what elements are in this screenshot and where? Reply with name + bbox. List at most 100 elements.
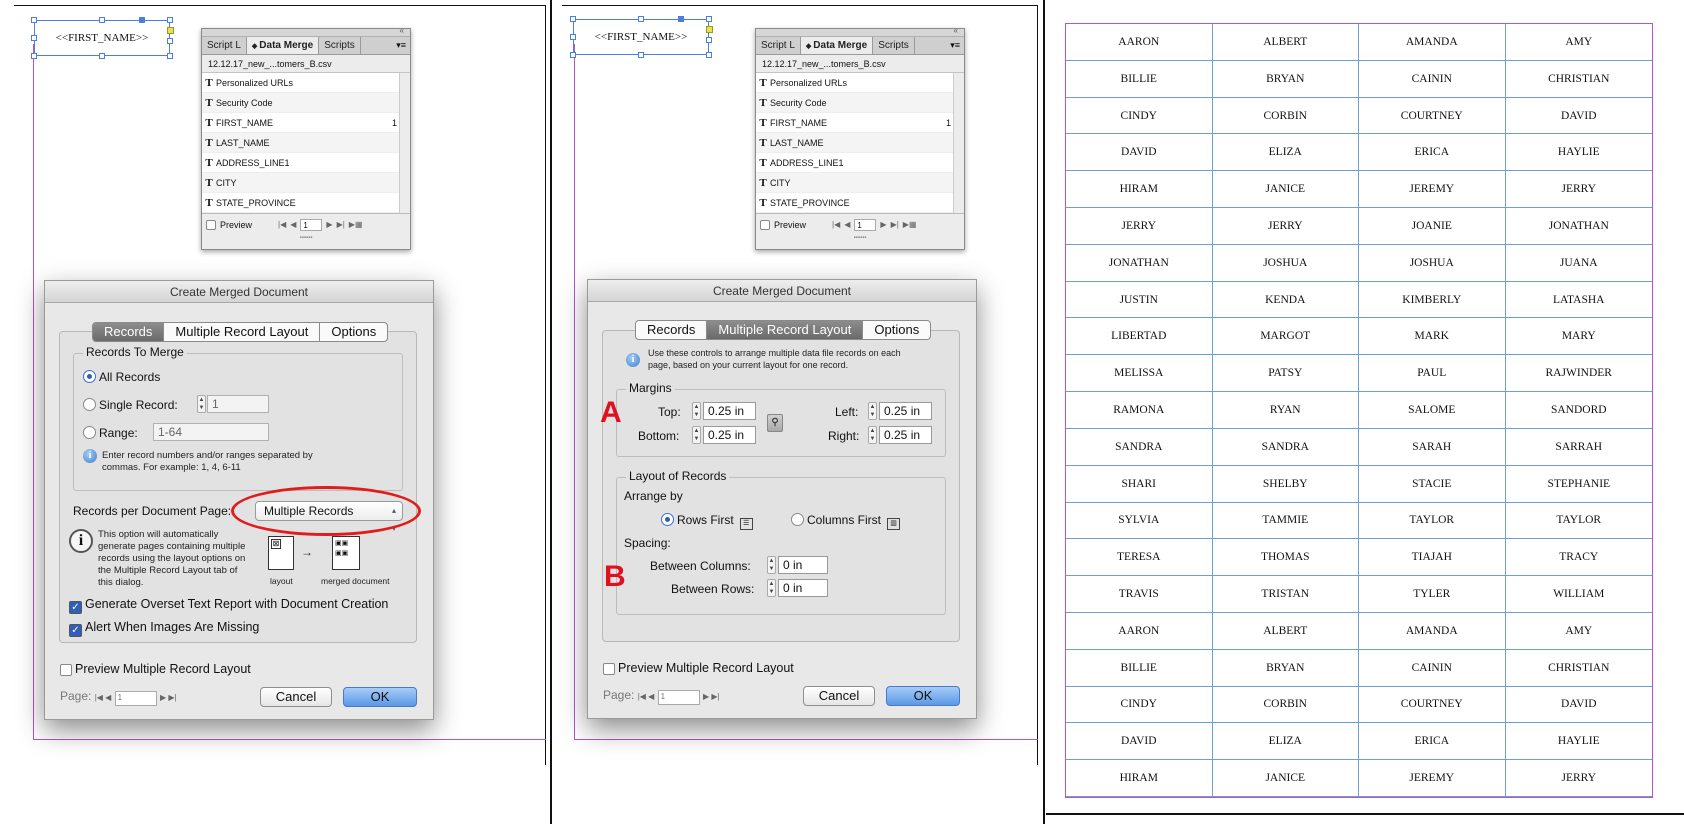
- next-record-icon[interactable]: ▶: [880, 220, 886, 229]
- all-records-option[interactable]: All Records: [83, 370, 160, 384]
- first-page-icon[interactable]: |◀ ◀: [638, 692, 655, 701]
- first-name-text-frame[interactable]: <<FIRST_NAME>>: [34, 20, 170, 56]
- tab-multiple-record-layout[interactable]: Multiple Record Layout: [164, 323, 321, 341]
- tab-scripts[interactable]: Scripts: [319, 37, 361, 54]
- first-record-icon[interactable]: |◀: [832, 220, 840, 229]
- frame-handle[interactable]: [638, 52, 644, 58]
- record-number-field[interactable]: 1: [300, 218, 323, 231]
- last-record-icon[interactable]: ▶|: [891, 220, 899, 229]
- tab-data-merge[interactable]: ◆ Data Merge: [246, 37, 320, 54]
- single-record-option[interactable]: Single Record:: [83, 398, 178, 412]
- field-item[interactable]: T ADDRESS_LINE1: [756, 153, 953, 173]
- prev-record-icon[interactable]: ◀: [844, 220, 850, 229]
- frame-handle[interactable]: [638, 16, 644, 22]
- page-field[interactable]: 1: [657, 690, 700, 705]
- field-item[interactable]: T Personalized URLs: [756, 73, 953, 93]
- tab-scripts[interactable]: Scripts: [873, 37, 915, 54]
- resize-grip-icon[interactable]: ▪▪▪▪▪▪: [756, 235, 964, 241]
- frame-handle[interactable]: [167, 17, 173, 23]
- tab-records[interactable]: Records: [93, 323, 165, 341]
- frame-handle[interactable]: [31, 35, 37, 41]
- frame-handle[interactable]: [706, 52, 712, 58]
- frame-handle[interactable]: [678, 16, 684, 22]
- frame-handle[interactable]: [99, 17, 105, 23]
- stepper-icon[interactable]: ▲ ▼: [767, 556, 776, 574]
- columns-first-option[interactable]: Columns First ▥: [791, 513, 901, 530]
- frame-handle[interactable]: [706, 37, 712, 43]
- field-item[interactable]: T CITY: [202, 173, 399, 193]
- next-record-icon[interactable]: ▶: [326, 220, 332, 229]
- stepper-icon[interactable]: ▲ ▼: [868, 402, 877, 420]
- stepper-icon[interactable]: ▲ ▼: [868, 426, 877, 444]
- stepper-icon[interactable]: ▲ ▼: [197, 395, 206, 413]
- rows-first-option[interactable]: Rows First ☰: [661, 513, 753, 530]
- field-item[interactable]: T LAST_NAME: [202, 133, 399, 153]
- field-item[interactable]: T CITY: [756, 173, 953, 193]
- resize-grip-icon[interactable]: ▪▪▪▪▪▪: [202, 235, 410, 241]
- frame-corner-handle[interactable]: [167, 27, 174, 34]
- create-merged-document-icon[interactable]: ▶▦: [903, 220, 917, 229]
- field-item[interactable]: T Security Code: [202, 93, 399, 113]
- between-columns-field[interactable]: 0 in: [778, 556, 828, 574]
- tab-data-merge[interactable]: ◆ Data Merge: [800, 37, 874, 54]
- tab-script-label[interactable]: Script L: [202, 37, 247, 54]
- first-name-text-frame[interactable]: <<FIRST_NAME>>: [573, 19, 709, 55]
- radio-selected[interactable]: [661, 513, 674, 526]
- cancel-button[interactable]: Cancel: [260, 687, 332, 707]
- frame-handle[interactable]: [31, 17, 37, 23]
- ok-button[interactable]: OK: [343, 687, 417, 707]
- tab-records[interactable]: Records: [636, 321, 708, 339]
- stepper-icon[interactable]: ▲ ▼: [767, 579, 776, 597]
- overset-report-option[interactable]: ✓ Generate Overset Text Report with Docum…: [69, 597, 388, 614]
- tab-options[interactable]: Options: [320, 323, 387, 341]
- top-margin-field[interactable]: 0.25 in: [703, 402, 756, 420]
- checkbox-checked-icon[interactable]: ✓: [69, 601, 82, 614]
- frame-handle[interactable]: [570, 16, 576, 22]
- radio[interactable]: [791, 513, 804, 526]
- checkbox-checked-icon[interactable]: ✓: [69, 624, 82, 637]
- collapse-icon[interactable]: «: [400, 26, 404, 35]
- between-rows-field[interactable]: 0 in: [778, 579, 828, 597]
- checkbox[interactable]: [603, 662, 615, 675]
- frame-handle[interactable]: [570, 34, 576, 40]
- frame-handle[interactable]: [99, 53, 105, 59]
- field-item[interactable]: T Security Code: [756, 93, 953, 113]
- right-margin-field[interactable]: 0.25 in: [879, 426, 932, 444]
- next-page-icon[interactable]: ▶ ▶|: [160, 693, 177, 702]
- frame-handle[interactable]: [167, 38, 173, 44]
- field-item[interactable]: T ADDRESS_LINE1: [202, 153, 399, 173]
- frame-corner-handle[interactable]: [706, 26, 713, 33]
- cancel-button[interactable]: Cancel: [803, 686, 875, 706]
- collapse-icon[interactable]: «: [954, 26, 958, 35]
- range-field[interactable]: 1-64: [153, 423, 269, 441]
- radio[interactable]: [83, 398, 96, 411]
- panel-menu-icon[interactable]: ▾≡: [946, 37, 964, 54]
- create-merged-document-icon[interactable]: ▶▦: [349, 220, 363, 229]
- field-item[interactable]: T STATE_PROVINCE: [202, 193, 399, 213]
- tab-script-label[interactable]: Script L: [756, 37, 801, 54]
- next-page-icon[interactable]: ▶ ▶|: [703, 692, 720, 701]
- preview-checkbox[interactable]: [206, 219, 216, 230]
- range-option[interactable]: Range:: [83, 426, 138, 440]
- panel-menu-icon[interactable]: ▾≡: [392, 37, 410, 54]
- first-page-icon[interactable]: |◀ ◀: [95, 693, 112, 702]
- radio-selected[interactable]: [83, 370, 96, 383]
- checkbox[interactable]: [60, 663, 72, 676]
- last-record-icon[interactable]: ▶|: [337, 220, 345, 229]
- stepper-icon[interactable]: ▲ ▼: [692, 426, 701, 444]
- frame-handle[interactable]: [706, 16, 712, 22]
- ok-button[interactable]: OK: [886, 686, 960, 706]
- record-number-field[interactable]: 1: [854, 218, 877, 231]
- frame-handle[interactable]: [570, 52, 576, 58]
- radio[interactable]: [83, 426, 96, 439]
- prev-record-icon[interactable]: ◀: [290, 220, 296, 229]
- single-record-field[interactable]: 1: [207, 395, 269, 413]
- field-item[interactable]: T FIRST_NAME 1: [756, 113, 953, 133]
- page-field[interactable]: 1: [114, 691, 157, 706]
- preview-checkbox[interactable]: [760, 219, 770, 230]
- tab-multiple-record-layout[interactable]: Multiple Record Layout: [707, 321, 864, 339]
- left-margin-field[interactable]: 0.25 in: [879, 402, 932, 420]
- alert-images-option[interactable]: ✓ Alert When Images Are Missing: [69, 620, 259, 637]
- frame-handle[interactable]: [31, 53, 37, 59]
- preview-layout-option[interactable]: Preview Multiple Record Layout: [60, 662, 251, 676]
